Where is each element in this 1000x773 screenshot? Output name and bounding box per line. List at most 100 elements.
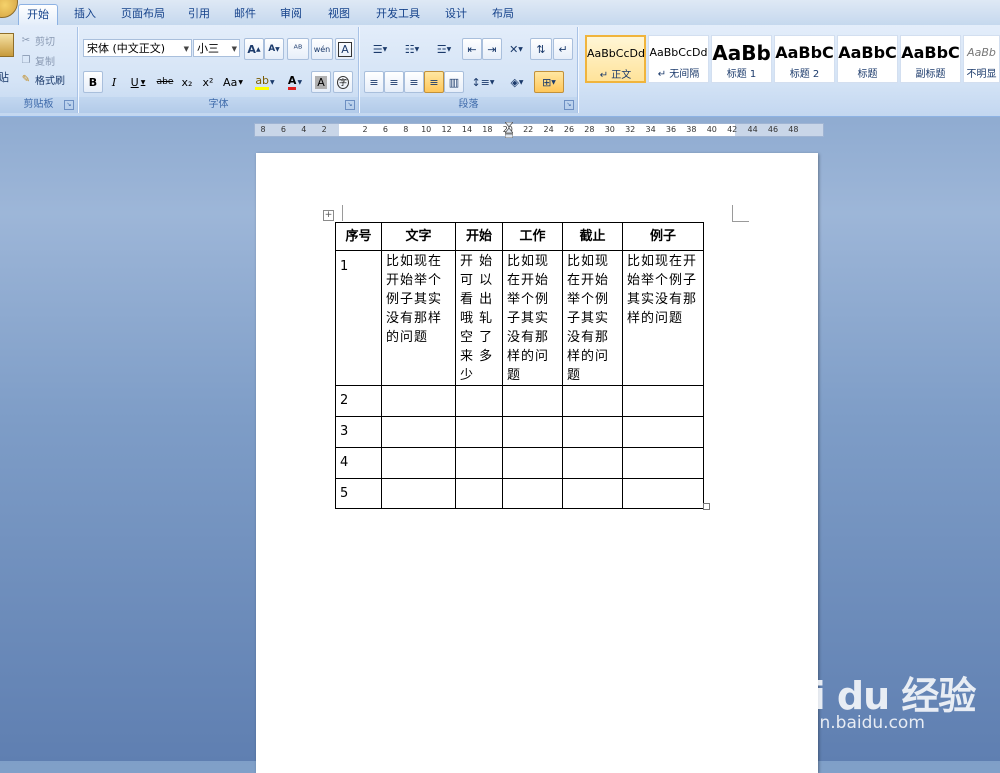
paste-button[interactable]: 贴 <box>0 31 18 87</box>
justify-button[interactable]: ≡ <box>424 71 444 93</box>
tab-review[interactable]: 审阅 <box>272 4 310 24</box>
borders-button[interactable]: ⊞ ▼ <box>534 71 564 93</box>
table-header-cell[interactable]: 例子 <box>622 222 704 251</box>
table-cell[interactable] <box>502 478 563 509</box>
tab-insert[interactable]: 插入 <box>66 4 104 24</box>
paragraph-launcher-icon[interactable]: ↘ <box>564 100 574 110</box>
chinese-layout-button[interactable]: ✕ ▼ <box>502 38 530 60</box>
style-heading-2[interactable]: AaBbC 标题 2 <box>774 35 835 83</box>
table-cell[interactable] <box>562 447 623 479</box>
table-cell[interactable]: 比如现在开始举个例子其实没有那样的问题 <box>562 250 623 386</box>
table-header-cell[interactable]: 工作 <box>502 222 563 251</box>
clipboard-launcher-icon[interactable]: ↘ <box>64 100 74 110</box>
enclose-char-button[interactable]: 字 <box>333 71 353 93</box>
table-resize-handle-icon[interactable] <box>703 503 710 510</box>
table-header-cell[interactable]: 开始 <box>455 222 503 251</box>
numbering-button[interactable]: ☷ ▼ <box>396 38 428 60</box>
style-title[interactable]: AaBbC 标题 <box>837 35 898 83</box>
table-cell[interactable] <box>562 478 623 509</box>
char-border-button[interactable]: A <box>335 38 355 60</box>
align-center-button[interactable]: ≡ <box>384 71 404 93</box>
table-cell[interactable]: 4 <box>335 447 382 479</box>
table-cell[interactable] <box>381 385 456 417</box>
grow-font-button[interactable]: A ▲ <box>244 38 264 60</box>
copy-button[interactable]: ❐ 复制 <box>20 53 55 69</box>
phonetic-guide-button[interactable]: wén <box>311 38 333 60</box>
highlight-button[interactable]: ab ▼ <box>251 71 279 93</box>
tab-developer[interactable]: 开发工具 <box>367 4 429 24</box>
document-table[interactable]: 序号 文字 开始 工作 截止 例子 1 比如现在开始举个例子其实没有那样的问题 … <box>335 222 704 509</box>
table-cell[interactable] <box>622 385 704 417</box>
line-spacing-button[interactable]: ↕≡ ▼ <box>468 71 498 93</box>
table-cell[interactable] <box>622 478 704 509</box>
table-cell[interactable] <box>502 416 563 448</box>
tab-home[interactable]: 开始 <box>18 4 58 26</box>
style-heading-1[interactable]: AaBb 标题 1 <box>711 35 772 83</box>
style-subtitle[interactable]: AaBbC 副标题 <box>900 35 961 83</box>
table-move-handle-icon[interactable]: + <box>323 210 334 221</box>
tab-layout[interactable]: 布局 <box>484 4 522 24</box>
table-header-cell[interactable]: 文字 <box>381 222 456 251</box>
table-cell[interactable] <box>562 385 623 417</box>
shading-button[interactable]: ◈ ▼ <box>502 71 532 93</box>
style-normal[interactable]: AaBbCcDd ↵ 正文 <box>585 35 646 83</box>
table-cell[interactable] <box>381 416 456 448</box>
superscript-button[interactable]: x² <box>198 71 218 93</box>
table-header-cell[interactable]: 截止 <box>562 222 623 251</box>
table-cell[interactable]: 3 <box>335 416 382 448</box>
table-cell[interactable]: 比如现在开始举个例子其实没有那样的问题 <box>502 250 563 386</box>
table-cell[interactable] <box>502 447 563 479</box>
multilevel-list-button[interactable]: ☲ ▼ <box>428 38 460 60</box>
table-cell[interactable] <box>381 478 456 509</box>
style-no-spacing[interactable]: AaBbCcDd ↵ 无间隔 <box>648 35 709 83</box>
office-button[interactable] <box>0 0 18 18</box>
distributed-button[interactable]: ▥ <box>444 71 464 93</box>
font-launcher-icon[interactable]: ↘ <box>345 100 355 110</box>
sort-button[interactable]: ⇅ <box>530 38 552 60</box>
table-cell[interactable] <box>381 447 456 479</box>
decrease-indent-button[interactable]: ⇤ <box>462 38 482 60</box>
table-cell[interactable] <box>455 416 503 448</box>
subscript-button[interactable]: x₂ <box>177 71 197 93</box>
table-cell[interactable]: 比如现在开始举个例子其实没有那样的问题 <box>622 250 704 386</box>
align-left-button[interactable]: ≡ <box>364 71 384 93</box>
font-name-select[interactable]: 宋体 (中文正文) ▼ <box>83 39 192 57</box>
table-cell[interactable] <box>455 447 503 479</box>
table-cell[interactable]: 比如现在开始举个例子其实没有那样的问题 <box>381 250 456 386</box>
italic-button[interactable]: I <box>104 71 124 93</box>
indent-marker-icon[interactable] <box>504 121 514 139</box>
table-cell[interactable] <box>502 385 563 417</box>
shrink-font-button[interactable]: A ▼ <box>264 38 284 60</box>
align-right-button[interactable]: ≡ <box>404 71 424 93</box>
document-page[interactable]: + 序号 文字 开始 工作 截止 例子 1 比如现在开始举个例子其实没有那样的问… <box>256 153 818 773</box>
table-cell[interactable] <box>455 385 503 417</box>
change-case-button[interactable]: Aa ▼ <box>219 71 247 93</box>
strikethrough-button[interactable]: abe <box>153 71 177 93</box>
font-color-button[interactable]: A ▼ <box>281 71 309 93</box>
font-size-select[interactable]: 小三 ▼ <box>193 39 240 57</box>
table-cell[interactable] <box>455 478 503 509</box>
bullets-button[interactable]: ☰ ▼ <box>364 38 396 60</box>
bold-button[interactable]: B <box>83 71 103 93</box>
clear-format-button[interactable]: ᴬᴮ <box>287 38 309 60</box>
tab-mailings[interactable]: 邮件 <box>226 4 264 24</box>
tab-references[interactable]: 引用 <box>180 4 218 24</box>
format-painter-button[interactable]: ✎ 格式刷 <box>20 72 65 88</box>
table-cell[interactable] <box>622 416 704 448</box>
table-cell[interactable] <box>562 416 623 448</box>
table-cell[interactable]: 1 <box>335 250 382 386</box>
table-cell[interactable]: 5 <box>335 478 382 509</box>
horizontal-ruler[interactable]: 8642268101214182022242628303234363840424… <box>254 121 824 139</box>
tab-page-layout[interactable]: 页面布局 <box>112 4 174 24</box>
style-subtle-emphasis[interactable]: AaBb 不明显 <box>963 35 1000 83</box>
tab-view[interactable]: 视图 <box>320 4 358 24</box>
table-cell[interactable]: 2 <box>335 385 382 417</box>
underline-button[interactable]: U ▼ <box>125 71 151 93</box>
table-header-cell[interactable]: 序号 <box>335 222 382 251</box>
cut-button[interactable]: ✂ 剪切 <box>20 33 55 49</box>
show-marks-button[interactable]: ↵ <box>553 38 573 60</box>
char-shading-button[interactable]: A <box>311 71 331 93</box>
tab-design[interactable]: 设计 <box>437 4 475 24</box>
table-cell[interactable] <box>622 447 704 479</box>
table-cell[interactable]: 开 始可 以看 出哦 轧空 了来 多少 <box>455 250 503 386</box>
